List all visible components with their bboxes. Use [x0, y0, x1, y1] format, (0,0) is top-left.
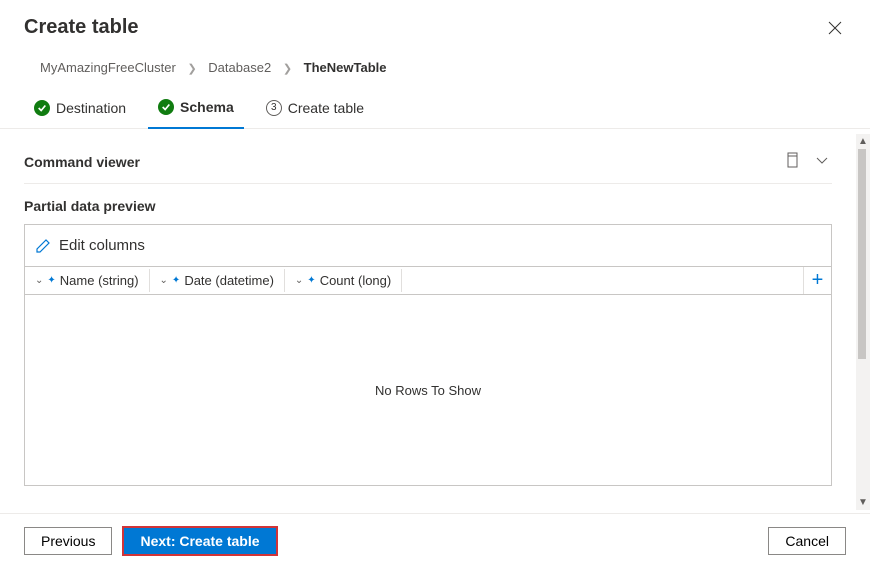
close-icon	[828, 21, 842, 35]
column-label: Count (long)	[320, 273, 392, 288]
check-circle-icon	[158, 99, 174, 115]
column-label: Name (string)	[60, 273, 139, 288]
scroll-up-icon[interactable]: ▲	[858, 136, 868, 147]
chevron-right-icon: ❯	[187, 63, 196, 75]
copy-icon	[784, 152, 800, 168]
step-number-icon: 3	[266, 100, 282, 116]
breadcrumb: MyAmazingFreeCluster ❯ Database2 ❯ TheNe…	[0, 42, 870, 79]
breadcrumb-item-current: TheNewTable	[304, 60, 387, 75]
column-label: Date (datetime)	[184, 273, 274, 288]
wizard-steps: Destination Schema 3 Create table	[0, 79, 870, 129]
scroll-down-icon[interactable]: ▼	[858, 497, 868, 508]
page-title: Create table	[24, 16, 139, 39]
plus-icon: +	[812, 269, 824, 291]
step-schema[interactable]: Schema	[148, 91, 244, 129]
chevron-down-icon: ⌄	[35, 275, 43, 286]
close-button[interactable]	[824, 16, 846, 42]
edit-columns-label: Edit columns	[59, 237, 145, 254]
column-header[interactable]: ⌄ ✦ Date (datetime)	[150, 269, 285, 292]
column-header[interactable]: ⌄ ✦ Name (string)	[25, 269, 150, 292]
previous-button[interactable]: Previous	[24, 527, 112, 555]
footer: Previous Next: Create table Cancel	[0, 513, 870, 568]
command-viewer-title: Command viewer	[24, 154, 140, 170]
chevron-down-icon: ⌄	[160, 275, 168, 286]
step-label: Create table	[288, 100, 364, 116]
step-create-table[interactable]: 3 Create table	[256, 92, 374, 128]
empty-state-text: No Rows To Show	[375, 383, 481, 398]
column-header-row: ⌄ ✦ Name (string) ⌄ ✦ Date (datetime) ⌄ …	[25, 266, 831, 295]
chevron-down-icon	[814, 152, 830, 168]
breadcrumb-item[interactable]: Database2	[208, 60, 271, 75]
chevron-down-icon: ⌄	[295, 275, 303, 286]
step-label: Destination	[56, 100, 126, 116]
step-label: Schema	[180, 99, 234, 115]
scrollbar-vertical[interactable]: ▲ ▼	[856, 134, 870, 510]
edit-columns-button[interactable]: Edit columns	[25, 225, 831, 266]
expand-button[interactable]	[812, 150, 832, 173]
autodetect-icon: ✦	[172, 275, 180, 286]
next-button[interactable]: Next: Create table	[122, 526, 277, 556]
autodetect-icon: ✦	[47, 275, 55, 286]
copy-button[interactable]	[782, 150, 802, 173]
autodetect-icon: ✦	[307, 275, 315, 286]
cancel-button[interactable]: Cancel	[768, 527, 846, 555]
chevron-right-icon: ❯	[283, 63, 292, 75]
pencil-icon	[35, 238, 51, 254]
check-circle-icon	[34, 100, 50, 116]
data-preview-table: Edit columns ⌄ ✦ Name (string) ⌄ ✦ Date …	[24, 224, 832, 486]
step-destination[interactable]: Destination	[24, 92, 136, 128]
add-column-button[interactable]: +	[803, 267, 831, 294]
breadcrumb-item[interactable]: MyAmazingFreeCluster	[40, 60, 176, 75]
table-body-empty: No Rows To Show	[25, 295, 831, 485]
column-header[interactable]: ⌄ ✦ Count (long)	[285, 269, 402, 292]
preview-title: Partial data preview	[24, 184, 832, 224]
scrollbar-thumb[interactable]	[858, 149, 866, 359]
